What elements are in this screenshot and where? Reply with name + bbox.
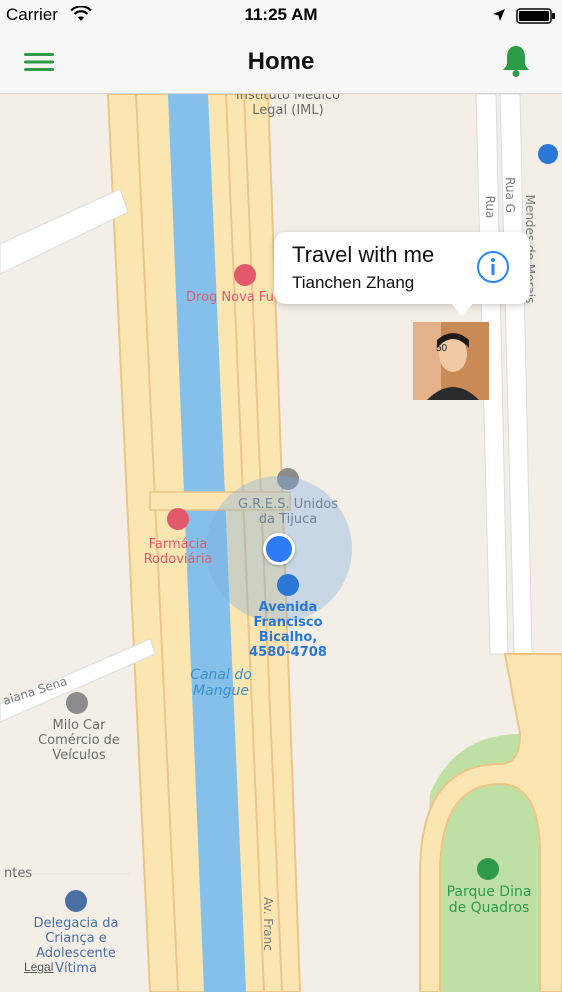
poi-canal-do-mangue: Canal do Mangue <box>190 667 252 699</box>
avatar-badge: 50 <box>436 343 448 354</box>
street-label-rua: Rua <box>483 195 497 219</box>
user-avatar-annotation[interactable] <box>413 322 489 400</box>
battery-icon <box>516 8 555 24</box>
poi-drog-nova: Drog Nova Fu <box>186 290 274 305</box>
poi-milo-car: Milo Car Comércio de Veículos <box>38 718 120 763</box>
legal-link[interactable]: Legal <box>24 960 53 974</box>
poi-instituto-medico-legal: Instituto Médico Legal (IML) <box>235 94 341 118</box>
police-icon <box>65 890 87 912</box>
info-icon[interactable] <box>476 250 510 284</box>
avatar-photo <box>413 322 489 400</box>
callout-subtitle: Tianchen Zhang <box>292 273 415 292</box>
street-label-rua-g: Rua G <box>503 177 517 213</box>
page-title: Home <box>247 48 315 75</box>
poi-fragment-ntes: ntes <box>4 866 33 881</box>
pharmacy-icon <box>234 264 256 286</box>
navigation-bar: Home <box>0 30 562 94</box>
poi-avenida-francisco-bicalho: Avenida Francisco Bicalho, 4580-4708 <box>249 600 327 660</box>
map-view[interactable]: Instituto Médico Legal (IML) Drog Nova F… <box>0 94 562 992</box>
pharmacy-icon <box>167 508 189 530</box>
bell-icon[interactable] <box>500 44 532 78</box>
poi-parque-dina-de-quadros: Parque Dina de Quadros <box>446 884 532 916</box>
bus-stop-icon <box>277 574 299 596</box>
street-label-av-franc: Av. Franc <box>261 897 275 951</box>
park-icon <box>477 858 499 880</box>
transit-icon <box>538 144 558 164</box>
user-location-dot[interactable] <box>263 533 295 565</box>
location-arrow-icon <box>493 9 505 21</box>
callout-title: Travel with me <box>292 242 435 267</box>
status-bar: Carrier 11:25 AM <box>0 0 562 30</box>
car-dealer-icon <box>66 692 88 714</box>
status-time: 11:25 AM <box>244 5 318 24</box>
